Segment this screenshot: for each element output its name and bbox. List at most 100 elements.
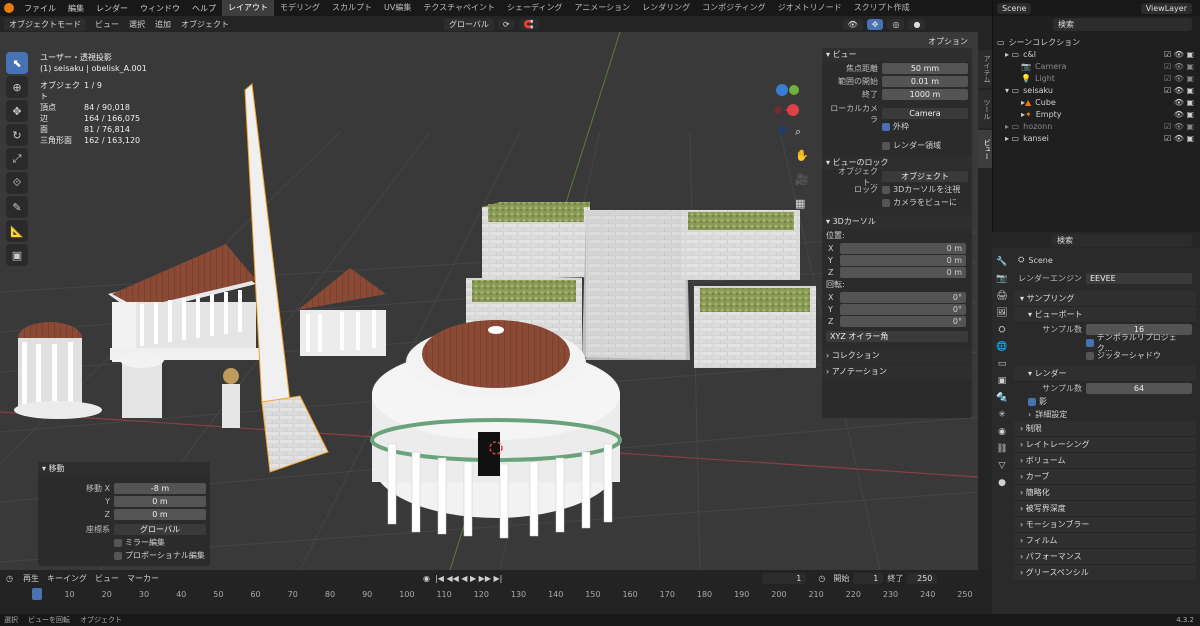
object-tab-icon[interactable]: ▣ [992, 373, 1012, 389]
outliner-item[interactable]: ▸ ✦ Empty 👁 ▣ [993, 108, 1200, 120]
local-camera-field[interactable]: Camera [882, 108, 968, 119]
tab-rendering[interactable]: レンダリング [636, 0, 696, 16]
section-performance[interactable]: › パフォーマンス [1014, 549, 1196, 565]
scale-tool-icon[interactable]: ⤢ [6, 148, 28, 170]
menu-view[interactable]: ビュー [90, 19, 124, 30]
tab-compositing[interactable]: コンポジティング [696, 0, 772, 16]
zoom-icon[interactable]: ⌕ [795, 120, 809, 144]
operator-title[interactable]: ▾ 移動 [38, 462, 210, 476]
outliner-item[interactable]: ▾ ▭ seisaku ☑ 👁 ▣ [993, 84, 1200, 96]
outliner-item[interactable]: ▸ ▲ Cube 👁 ▣ [993, 96, 1200, 108]
sampling-section[interactable]: ▾ サンプリング [1014, 291, 1196, 307]
tab-animation[interactable]: アニメーション [568, 0, 636, 16]
tab-uv[interactable]: UV編集 [378, 0, 417, 16]
menu-add[interactable]: 追加 [150, 19, 176, 30]
shadow-checkbox[interactable] [1028, 397, 1036, 406]
outliner-search[interactable]: 検索 [1053, 17, 1192, 31]
mirror-checkbox[interactable] [114, 538, 122, 547]
outliner-item[interactable]: 💡 Light ☑ 👁 ▣ [993, 72, 1200, 84]
select-tool-icon[interactable]: ⬉ [6, 52, 28, 74]
border-checkbox[interactable] [882, 122, 890, 131]
outliner-item[interactable]: 📷 Camera ☑ 👁 ▣ [993, 60, 1200, 72]
cursor-rot-y[interactable]: Y 0° [822, 303, 972, 315]
particles-tab-icon[interactable]: ✳ [992, 407, 1012, 423]
proportional-checkbox[interactable] [114, 551, 122, 560]
menu-object[interactable]: オブジェクト [176, 19, 234, 30]
orientation-field[interactable]: グローバル [114, 524, 206, 535]
tab-layout[interactable]: レイアウト [222, 0, 274, 16]
timeline-view-menu[interactable]: ビュー [91, 573, 123, 584]
cursor-tool-icon[interactable]: ⊕ [6, 76, 28, 98]
move-z-field[interactable]: 0 m [114, 509, 206, 520]
view-panel-title[interactable]: ▾ ビュー [822, 48, 972, 62]
orientation-dropdown[interactable]: グローバル [444, 17, 494, 31]
add-cube-tool-icon[interactable]: ▣ [6, 244, 28, 266]
tab-sculpt[interactable]: スカルプト [326, 0, 378, 16]
lock-object-field[interactable]: オブジェクト [882, 171, 968, 182]
outliner-root[interactable]: ▭ シーンコレクション [993, 36, 1200, 48]
view-layer-selector[interactable]: ViewLayer [1140, 2, 1192, 14]
jitter-checkbox[interactable] [1086, 351, 1094, 360]
clip-end-field[interactable]: 1000 m [882, 89, 968, 100]
section-limits[interactable]: › 制限 [1014, 421, 1196, 437]
playback-controls[interactable]: ◉ |◀ ◀◀ ◀ ▶ ▶▶ ▶| [423, 574, 502, 583]
section-curves[interactable]: › カーブ [1014, 469, 1196, 485]
outliner-item[interactable]: ▸ ▭ c&l ☑ 👁 ▣ [993, 48, 1200, 60]
rotate-tool-icon[interactable]: ↻ [6, 124, 28, 146]
render-subsection[interactable]: ▾ レンダー [1014, 366, 1196, 382]
section-simplify[interactable]: › 簡略化 [1014, 485, 1196, 501]
tab-view[interactable]: ビュー [978, 130, 992, 168]
menu-render[interactable]: レンダー [90, 3, 134, 14]
move-tool-icon[interactable]: ✥ [6, 100, 28, 122]
tab-tool[interactable]: ツール [978, 90, 992, 128]
outliner-item[interactable]: ▸ ▭ kansei ☑ 👁 ▣ [993, 132, 1200, 144]
world-tab-icon[interactable]: 🌐 [992, 339, 1012, 355]
options-dropdown[interactable]: オプション [928, 36, 968, 47]
pan-hand-icon[interactable]: ✋ [795, 144, 809, 168]
modifier-tab-icon[interactable]: 🔩 [992, 390, 1012, 406]
keying-menu[interactable]: キーイング [43, 573, 91, 584]
cursor-rot-x[interactable]: X 0° [822, 291, 972, 303]
tab-shading[interactable]: シェーディング [501, 0, 568, 16]
playback-menu[interactable]: 再生 [19, 573, 43, 584]
move-x-field[interactable]: -8 m [114, 483, 206, 494]
grid-view-icon[interactable]: ▦ [795, 192, 809, 216]
render-tab-icon[interactable]: 📷 [992, 271, 1012, 287]
blender-logo-icon[interactable] [4, 3, 14, 13]
tab-geometry-nodes[interactable]: ジオメトリノード [772, 0, 848, 16]
properties-search[interactable]: 検索 [1052, 233, 1192, 247]
detail-subsection[interactable]: › 詳細設定 [1014, 408, 1196, 421]
snap-icon[interactable]: 🧲 [518, 18, 539, 30]
camera-view-icon[interactable]: 🎥 [795, 168, 809, 192]
gizmo-icon[interactable]: ✥ [866, 18, 884, 30]
shading-solid-icon[interactable]: ● [908, 18, 926, 30]
physics-tab-icon[interactable]: ◉ [992, 424, 1012, 440]
mode-dropdown[interactable]: オブジェクトモード [4, 17, 86, 31]
end-frame-field[interactable]: 250 [907, 572, 938, 584]
section-motion-blur[interactable]: › モーションブラー [1014, 517, 1196, 533]
start-frame-field[interactable]: 1 [853, 572, 884, 584]
overlay-icon[interactable]: ◎ [887, 18, 905, 30]
output-tab-icon[interactable]: 🖨 [992, 288, 1012, 304]
section-grease-pencil[interactable]: › グリースペンシル [1014, 565, 1196, 581]
cursor-loc-z[interactable]: Z0 m [822, 266, 972, 278]
annotations-panel-title[interactable]: › アノテーション [822, 365, 972, 379]
constraints-tab-icon[interactable]: ⛓ [992, 441, 1012, 457]
menu-edit[interactable]: 編集 [62, 3, 90, 14]
euler-dropdown[interactable]: XYZ オイラー角 [826, 331, 968, 342]
cursor-loc-y[interactable]: Y0 m [822, 254, 972, 266]
section-film[interactable]: › フィルム [1014, 533, 1196, 549]
tab-scripting[interactable]: スクリプト作成 [848, 0, 916, 16]
focal-field[interactable]: 50 mm [882, 63, 968, 74]
tab-modeling[interactable]: モデリング [274, 0, 326, 16]
data-tab-icon[interactable]: ▽ [992, 458, 1012, 474]
transform-tool-icon[interactable]: ⟐ [6, 172, 28, 194]
scene-selector[interactable]: Scene [997, 2, 1032, 14]
timeline-editor-icon[interactable]: ◷ [6, 574, 13, 583]
visibility-icon[interactable]: 👁 [842, 18, 863, 30]
measure-tool-icon[interactable]: 📐 [6, 220, 28, 242]
menu-help[interactable]: ヘルプ [186, 3, 222, 14]
view-layer-tab-icon[interactable]: 🖼 [992, 305, 1012, 321]
menu-file[interactable]: ファイル [18, 3, 62, 14]
frame-ruler[interactable]: 1102030405060708090100110120130140150160… [0, 590, 992, 604]
